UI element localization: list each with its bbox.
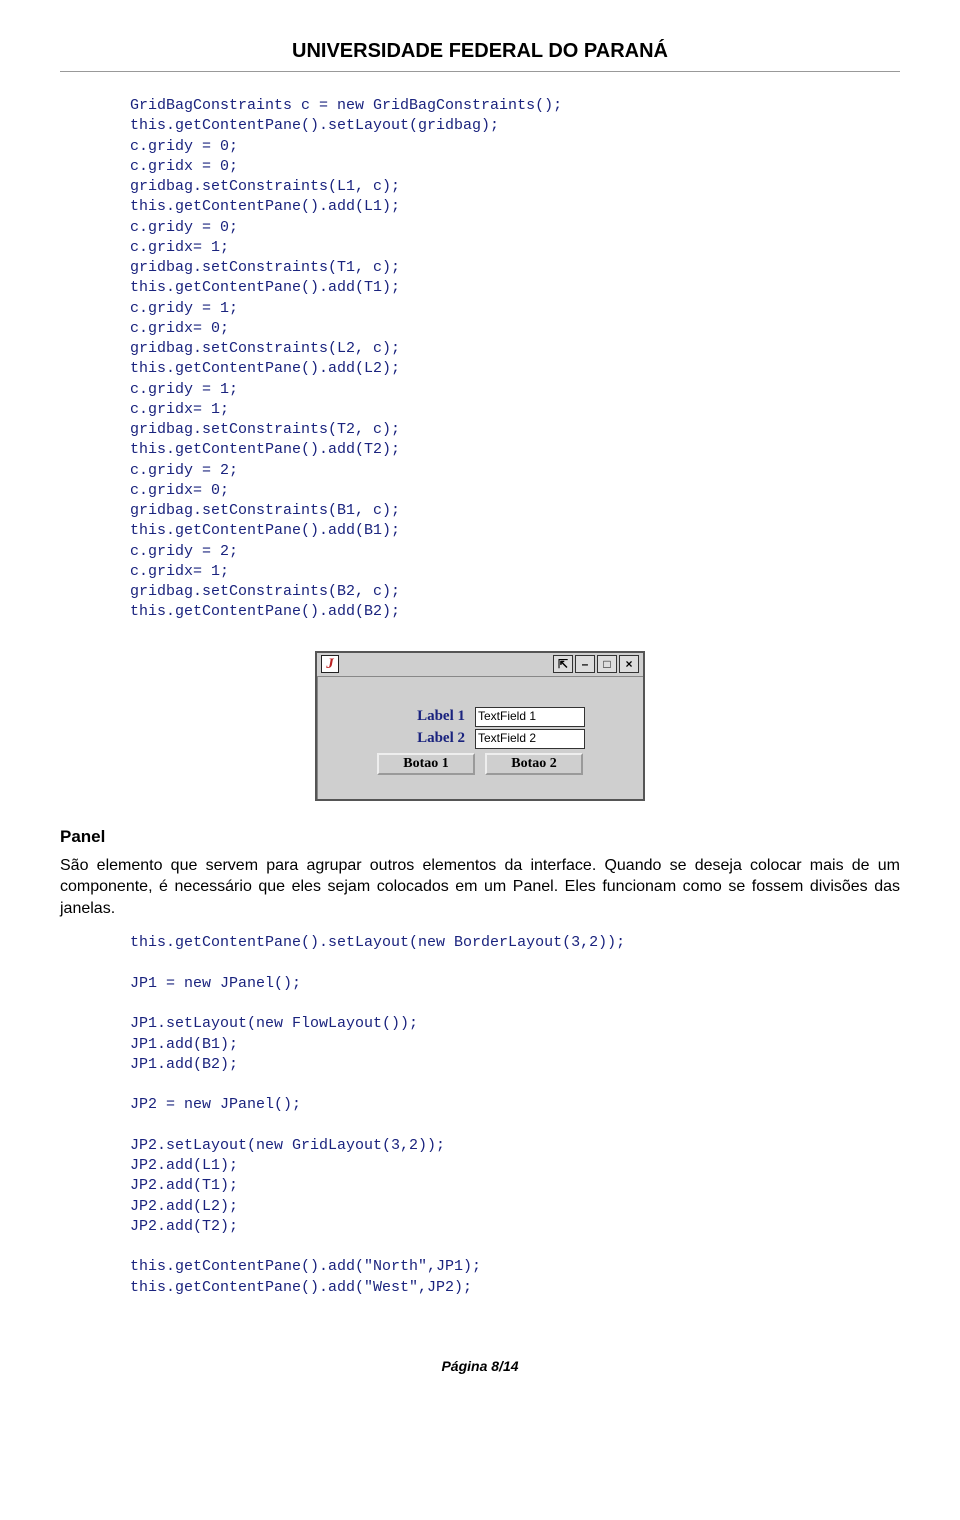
panel-heading: Panel — [60, 827, 900, 847]
panel-paragraph: São elemento que servem para agrupar out… — [60, 855, 900, 920]
java-window: J ⇱ – □ × Label 1 TextField 1 Label 2 Te… — [315, 651, 645, 801]
window-titlebar: J ⇱ – □ × — [317, 653, 643, 677]
pin-icon[interactable]: ⇱ — [553, 655, 573, 673]
window-body: Label 1 TextField 1 Label 2 TextField 2 … — [317, 677, 643, 799]
label-2: Label 2 — [375, 730, 465, 747]
java-window-figure: J ⇱ – □ × Label 1 TextField 1 Label 2 Te… — [60, 651, 900, 801]
botao-1-button[interactable]: Botao 1 — [377, 753, 475, 775]
java-icon: J — [321, 655, 339, 673]
label-1: Label 1 — [375, 708, 465, 725]
page-header: UNIVERSIDADE FEDERAL DO PARANÁ — [60, 40, 900, 69]
page-footer: Página 8/14 — [60, 1358, 900, 1374]
botao-2-button[interactable]: Botao 2 — [485, 753, 583, 775]
textfield-2[interactable]: TextField 2 — [475, 729, 585, 749]
minimize-icon[interactable]: – — [575, 655, 595, 673]
code-block-2: this.getContentPane().setLayout(new Bord… — [130, 933, 900, 1298]
maximize-icon[interactable]: □ — [597, 655, 617, 673]
textfield-1[interactable]: TextField 1 — [475, 707, 585, 727]
header-rule — [60, 71, 900, 72]
code-block-1: GridBagConstraints c = new GridBagConstr… — [130, 96, 900, 623]
close-icon[interactable]: × — [619, 655, 639, 673]
